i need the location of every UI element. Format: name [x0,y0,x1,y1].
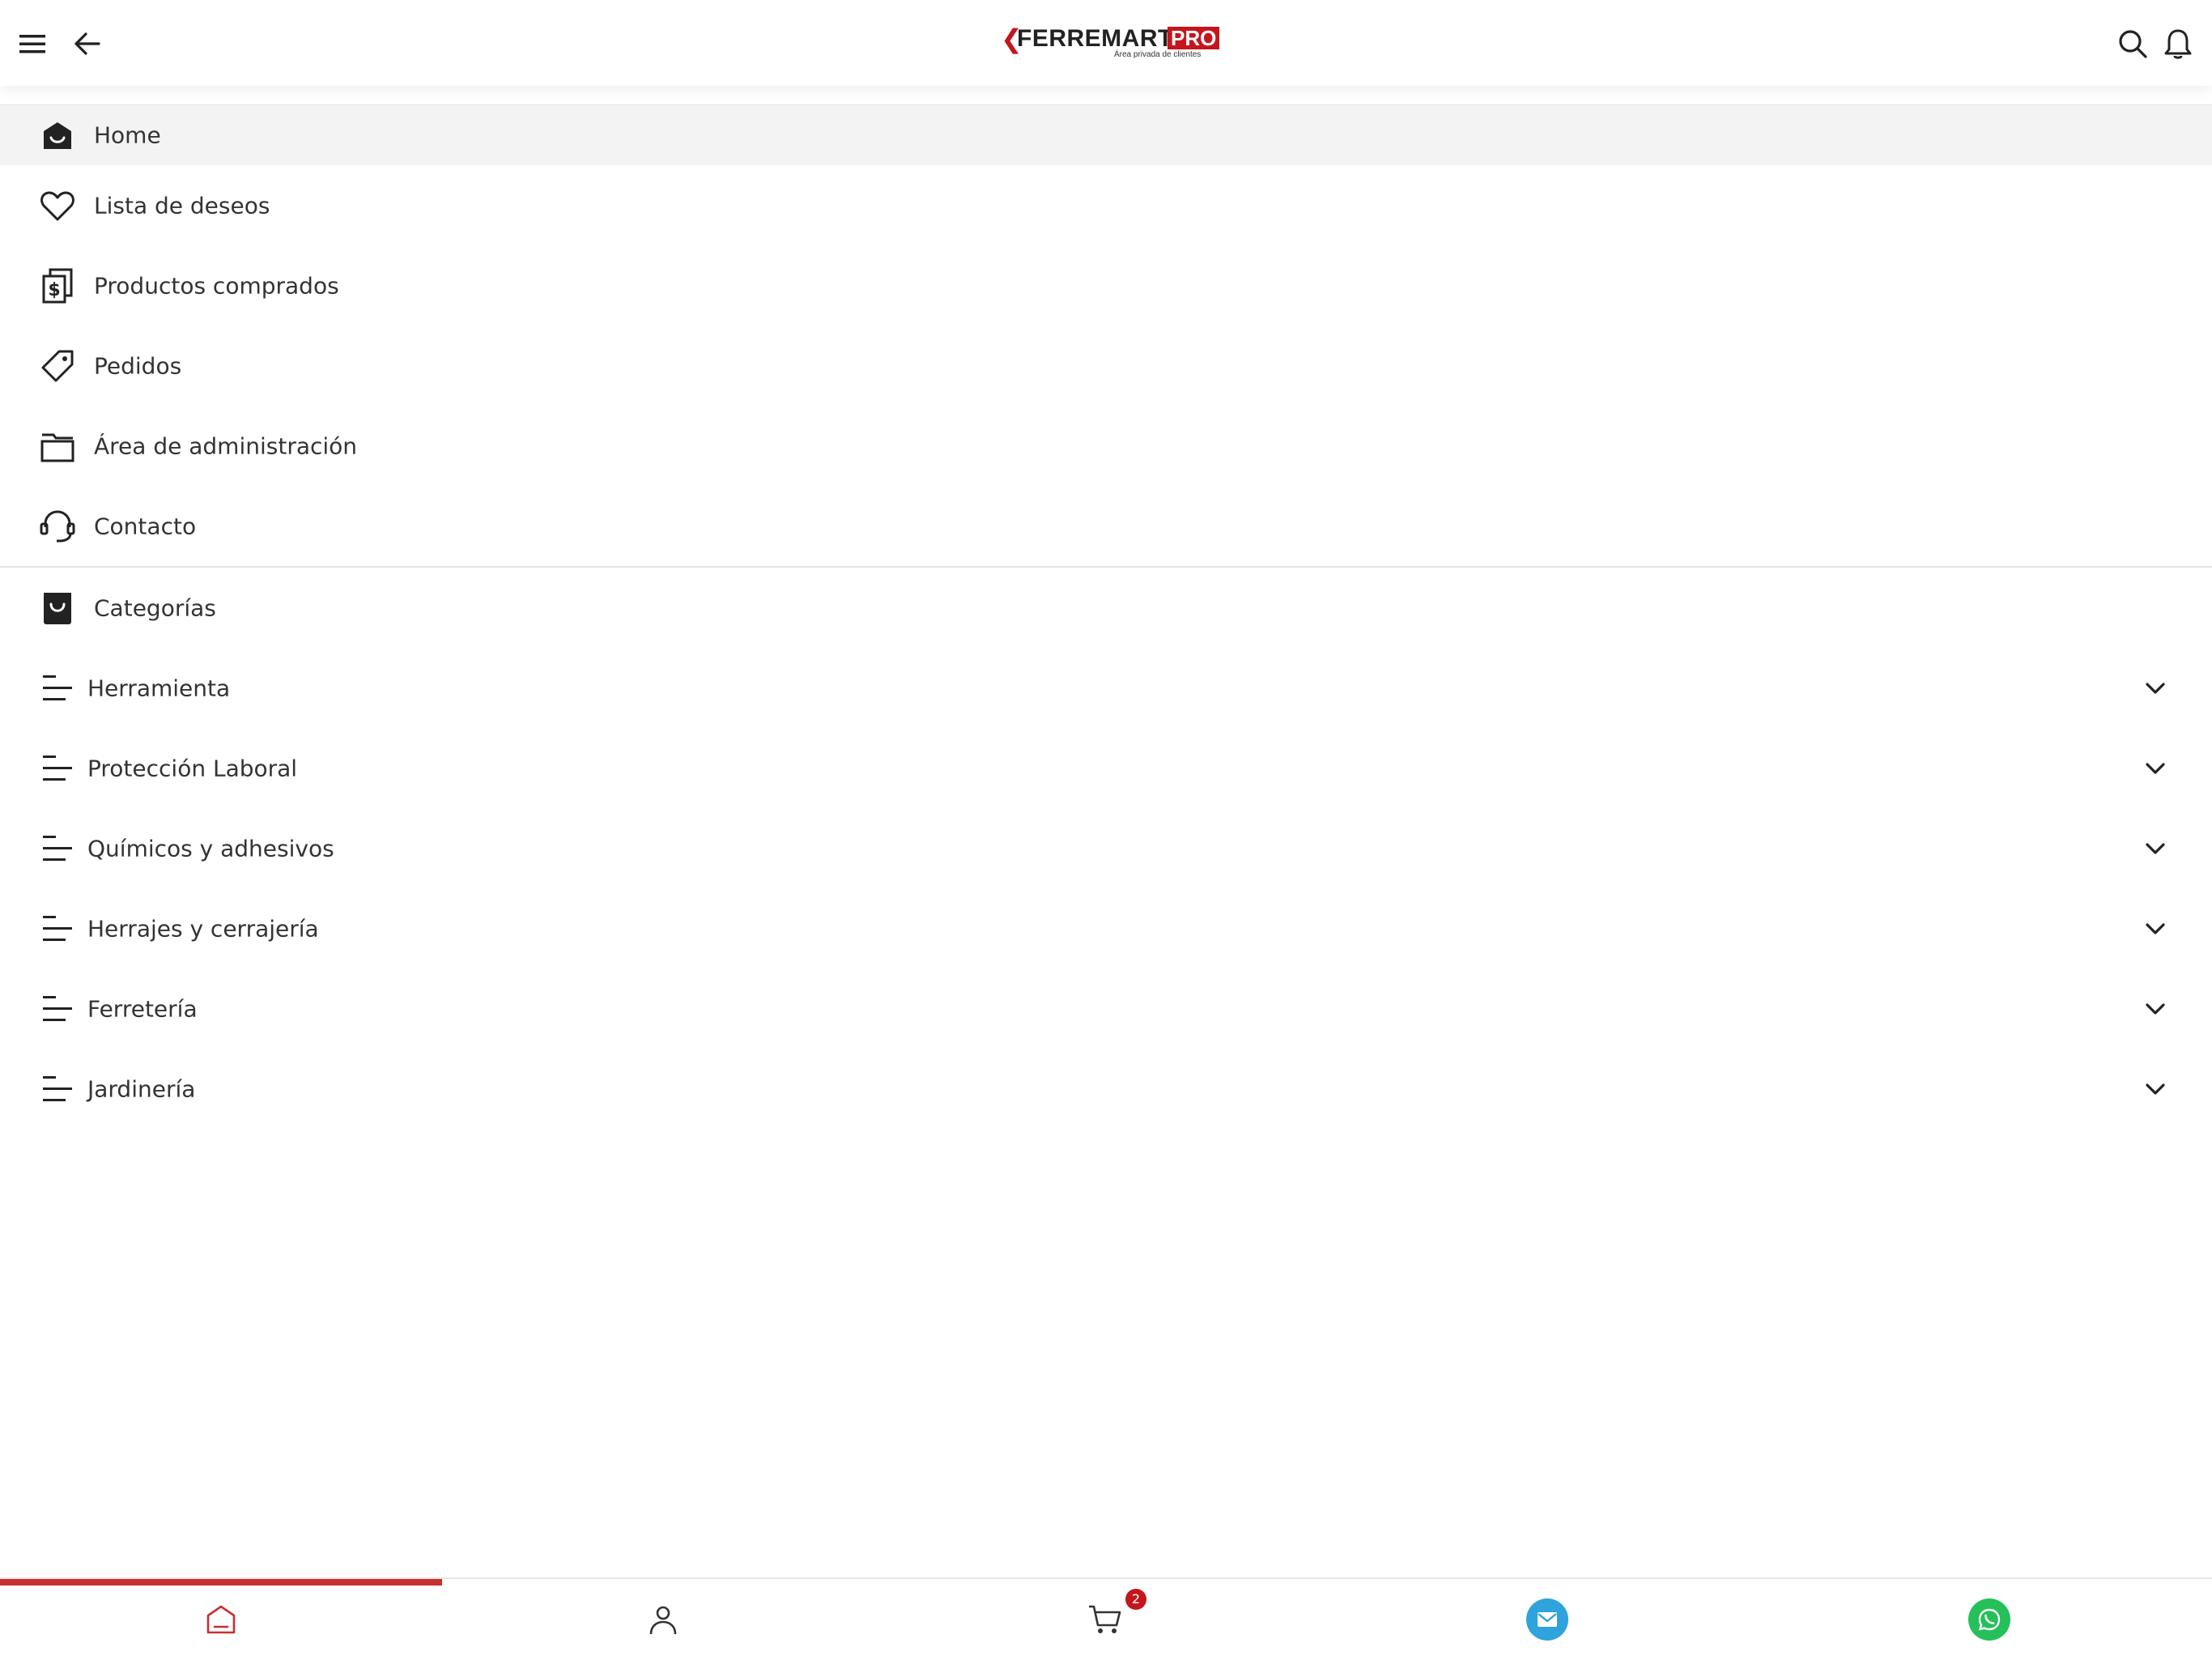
chevron-down-icon[interactable] [2139,832,2172,865]
category-label: Ferretería [87,995,198,1022]
bottom-nav-home[interactable] [0,1579,442,1660]
category-item-quimicos[interactable]: Químicos y adhesivos [0,808,2212,888]
home-icon [206,1605,236,1634]
category-label: Jardinería [87,1075,196,1102]
category-label: Herrajes y cerrajería [87,915,319,942]
notifications-button[interactable] [2155,21,2201,66]
bottom-nav-whatsapp[interactable] [1768,1579,2210,1660]
category-label: Herramienta [87,675,231,701]
bottom-nav-account[interactable] [442,1579,884,1660]
list-lines-icon [36,666,79,710]
chevron-down-icon[interactable] [2139,672,2172,704]
logo-wordmark: FERREMART [1017,25,1173,52]
back-arrow-icon [74,32,100,55]
category-label: Químicos y adhesivos [87,835,334,862]
menu-item-label: Área de administración [94,432,358,459]
shopping-bag-icon [36,586,79,630]
search-icon [2119,30,2147,58]
side-menu: Home Lista de deseos $ Productos comprad… [0,105,2212,1129]
heart-icon [36,184,79,228]
list-lines-icon [36,1067,79,1111]
chevron-down-icon[interactable] [2139,993,2172,1025]
chevron-down-icon[interactable] [2139,752,2172,785]
bell-icon [2164,29,2192,59]
chevron-down-icon[interactable] [2139,1073,2172,1105]
bottom-nav-cart[interactable]: 2 [884,1579,1326,1660]
menu-item-contact[interactable]: Contacto [0,486,2212,566]
home-icon [36,113,79,157]
category-label: Protección Laboral [87,755,298,781]
categories-header: Categorías [0,568,2212,648]
cart-icon [1089,1605,1121,1633]
list-lines-icon [36,827,79,870]
menu-item-wishlist[interactable]: Lista de deseos [0,165,2212,245]
back-button[interactable] [65,21,110,66]
receipt-icon: $ [36,264,79,308]
folder-icon [36,424,79,468]
ferremart-pro-logo[interactable]: ❮ FERREMART PRO Área privada de clientes [1001,24,1220,62]
menu-item-label: Contacto [94,513,197,539]
logo-tagline: Área privada de clientes [1114,50,1202,59]
menu-item-label: Productos comprados [94,272,339,299]
logo-pro-badge: PRO [1168,27,1220,49]
category-item-herramienta[interactable]: Herramienta [0,648,2212,728]
headset-icon [36,504,79,548]
menu-item-admin-area[interactable]: Área de administración [0,406,2212,486]
bottom-nav-email[interactable] [1326,1579,1768,1660]
top-bar: ❮ FERREMART PRO Área privada de clientes [0,0,2212,86]
menu-item-orders[interactable]: Pedidos [0,326,2212,406]
menu-item-purchased-products[interactable]: $ Productos comprados [0,245,2212,326]
menu-icon [19,35,45,53]
menu-item-label: Lista de deseos [94,192,270,219]
menu-item-label: Home [94,121,161,149]
list-lines-icon [36,907,79,951]
categories-label: Categorías [94,594,216,621]
bottom-navigation: 2 [0,1577,2212,1660]
category-item-ferreteria[interactable]: Ferretería [0,968,2212,1049]
search-button[interactable] [2110,21,2155,66]
list-lines-icon [36,747,79,790]
menu-button[interactable] [10,21,55,66]
whatsapp-icon [1968,1598,2010,1641]
cart-count-badge: 2 [1125,1589,1146,1610]
list-lines-icon [36,987,79,1031]
chevron-down-icon[interactable] [2139,913,2172,945]
category-item-proteccion-laboral[interactable]: Protección Laboral [0,728,2212,808]
menu-item-home[interactable]: Home [0,105,2212,165]
category-item-jardineria[interactable]: Jardinería [0,1049,2212,1129]
user-icon [649,1606,677,1635]
category-item-herrajes[interactable]: Herrajes y cerrajería [0,888,2212,968]
menu-item-label: Pedidos [94,352,182,379]
mail-icon [1526,1598,1568,1641]
svg-text:$: $ [48,280,60,300]
tag-icon [36,344,79,388]
